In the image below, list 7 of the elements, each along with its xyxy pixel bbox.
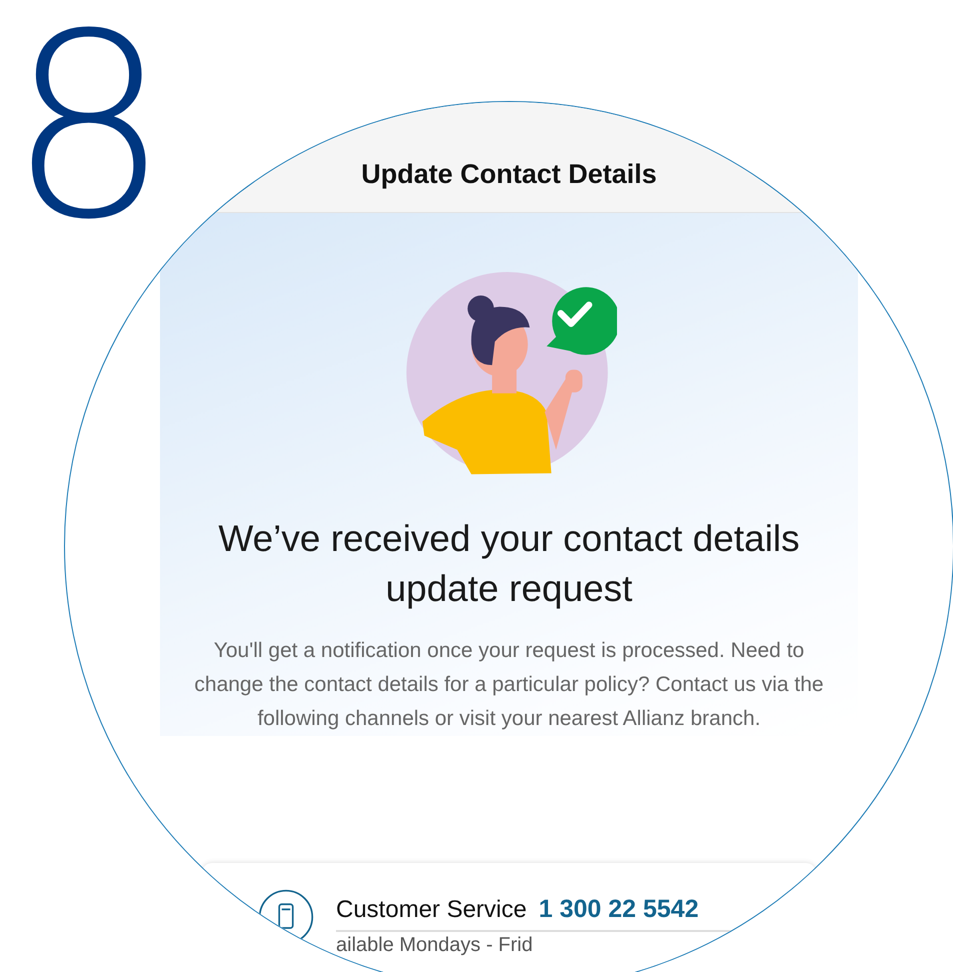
confirmation-heading: We’ve received your contact details update request [217, 517, 801, 611]
screen-title: Update Contact Details [361, 159, 657, 190]
contact-label: Customer Service [336, 896, 527, 924]
phone-link[interactable]: 1 300 22 5542 [538, 895, 699, 924]
step-number: 8 [8, 0, 170, 254]
hours-text: ailable Mondays - Frid [336, 934, 534, 956]
confirmation-message: You'll get a notification once your request is processed. Need to change the contact details for a particular policy? Contact us via the following channels or visit your nearest Allianz branch. [193, 638, 825, 732]
